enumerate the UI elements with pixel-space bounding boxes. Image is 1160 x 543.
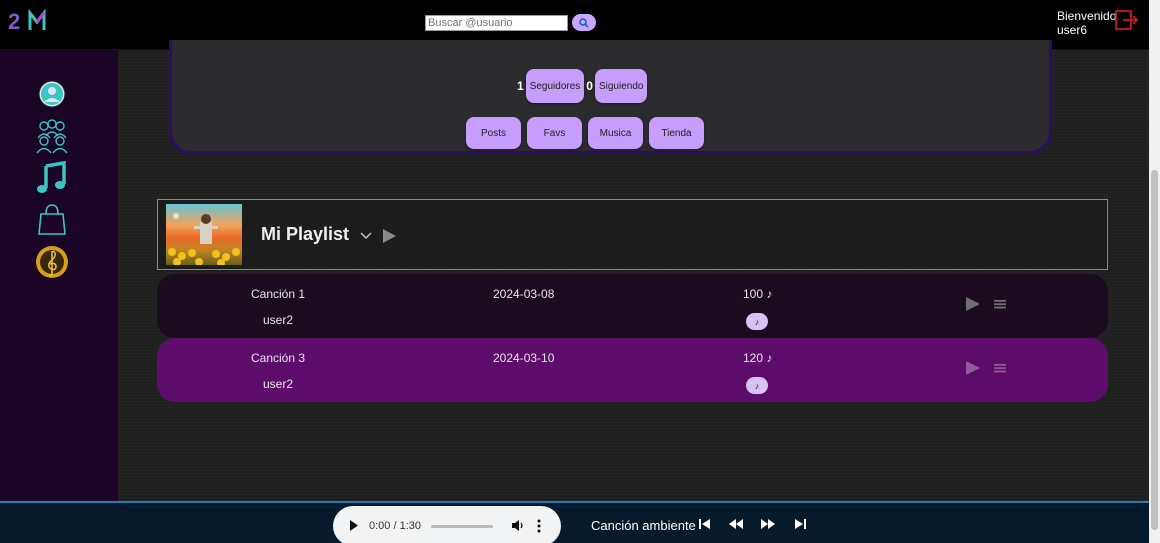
skip-next-icon[interactable] [793, 518, 807, 530]
note-badge-icon[interactable]: ♪ [746, 313, 768, 330]
note-badge-icon[interactable]: ♪ [746, 377, 768, 394]
tab-favs[interactable]: Favs [527, 117, 582, 149]
scrollbar-thumb[interactable] [1151, 170, 1158, 530]
profile-icon[interactable] [34, 76, 70, 112]
song-name: Canción 3 [251, 351, 306, 365]
tab-musica[interactable]: Musica [588, 117, 643, 149]
song-row[interactable]: Canción 3 user2 2024-03-10 120 ♪ ♪ [157, 338, 1108, 402]
play-icon[interactable] [349, 520, 359, 531]
song-date: 2024-03-10 [493, 351, 555, 365]
search-icon [579, 17, 589, 28]
followers-button[interactable]: Seguidores [525, 69, 585, 103]
playlist-cover-image [166, 204, 242, 265]
app-logo[interactable]: 2 [8, 8, 52, 34]
audio-seek-slider[interactable] [431, 525, 493, 528]
menu-icon[interactable] [994, 362, 1006, 374]
search-input[interactable] [425, 14, 568, 31]
welcome-label: Bienvenido [1057, 9, 1117, 23]
following-button[interactable]: Siguiendo [594, 69, 648, 103]
menu-icon[interactable] [994, 298, 1006, 310]
audio-player[interactable]: 0:00 / 1:30 [333, 506, 561, 543]
play-playlist-icon[interactable] [381, 228, 397, 244]
player-bar: 0:00 / 1:30 Canción ambiente [0, 501, 1149, 543]
followers-count: 1 [517, 79, 524, 93]
song-date: 2024-03-08 [493, 287, 555, 301]
search-bar [425, 14, 596, 31]
shopping-bag-icon[interactable] [34, 202, 70, 238]
page-scrollbar[interactable] [1149, 0, 1160, 543]
sidebar [0, 50, 118, 501]
profile-tabs: Posts Favs Musica Tienda [466, 117, 704, 149]
welcome-username: user6 [1057, 23, 1088, 37]
logout-icon[interactable] [1114, 9, 1138, 31]
audio-time: 0:00 / 1:30 [369, 520, 421, 532]
more-options-icon[interactable] [537, 519, 541, 533]
playlist-title: Mi Playlist [261, 224, 350, 244]
ambient-song-label: Canción ambiente [591, 518, 696, 533]
welcome-text: Bienvenido user6 [1057, 9, 1116, 37]
rewind-icon[interactable] [729, 518, 743, 530]
song-bpm: 120 ♪ [743, 351, 773, 365]
song-name: Canción 1 [251, 287, 306, 301]
treble-clef-icon[interactable] [34, 244, 70, 280]
community-icon[interactable] [34, 118, 70, 154]
skip-previous-icon[interactable] [698, 518, 712, 530]
tab-posts[interactable]: Posts [466, 117, 521, 149]
svg-text:2: 2 [8, 9, 20, 34]
fast-forward-icon[interactable] [761, 518, 775, 530]
play-icon[interactable] [965, 360, 981, 376]
play-icon[interactable] [965, 296, 981, 312]
song-artist: user2 [263, 313, 294, 327]
playlist-header: Mi Playlist [157, 199, 1108, 270]
tab-tienda[interactable]: Tienda [649, 117, 704, 149]
volume-icon[interactable] [511, 519, 525, 532]
following-count: 0 [586, 79, 593, 93]
chevron-down-icon[interactable] [359, 228, 373, 242]
search-button[interactable] [572, 14, 596, 31]
song-bpm: 100 ♪ [743, 287, 773, 301]
song-artist: user2 [263, 377, 294, 391]
song-row[interactable]: Canción 1 user2 2024-03-08 100 ♪ ♪ [157, 274, 1108, 338]
music-note-icon[interactable] [34, 160, 70, 196]
follow-stats: 1 Seguidores 0 Siguiendo [517, 69, 648, 103]
